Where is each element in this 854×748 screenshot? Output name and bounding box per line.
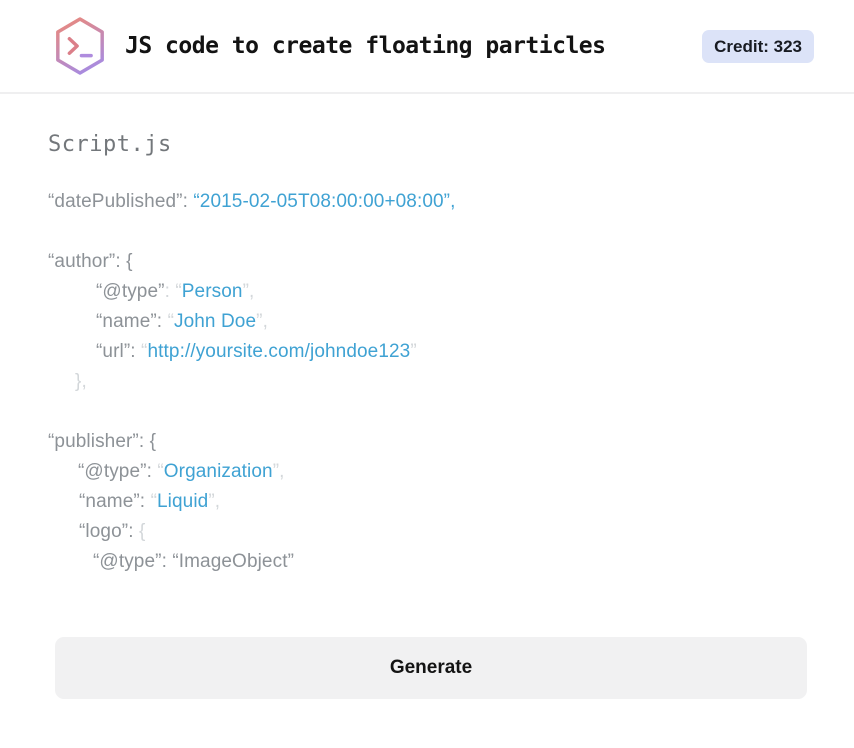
code-segment: “logo”: [79, 521, 129, 542]
code-block: “datePublished”: “2015-02-05T08:00:00+08…: [48, 187, 806, 577]
code-segment: “datePublished”: [48, 191, 183, 212]
code-segment: “name”: [96, 311, 157, 332]
code-segment: “ImageObject”: [172, 551, 295, 572]
code-segment: },: [75, 371, 87, 392]
code-segment: ”,: [208, 491, 221, 512]
code-segment: “name”: [79, 491, 140, 512]
code-line: “name”: “Liquid”,: [48, 487, 806, 517]
code-segment: http://yoursite.com/johndoe123: [147, 341, 411, 362]
code-segment: John Doe: [174, 311, 257, 332]
code-segment: Liquid: [157, 491, 209, 512]
code-segment: “@type”: [78, 461, 147, 482]
code-segment: “url”: [96, 341, 131, 362]
code-line: “@type”: “Person”,: [48, 277, 806, 307]
code-segment: ”,: [242, 281, 255, 302]
credit-badge: Credit: 323: [702, 29, 814, 63]
code-segment: : {: [138, 431, 157, 452]
code-segment: :: [130, 341, 142, 362]
code-line: “url”: “http://yoursite.com/johndoe123”: [48, 337, 806, 367]
code-segment: “publisher”: [48, 431, 139, 452]
code-line: “@type”: “ImageObject”: [48, 547, 806, 577]
code-line: “author”: {: [48, 247, 806, 277]
code-segment: :: [161, 551, 173, 572]
code-segment: “author”: [48, 251, 116, 272]
content-area: Script.js “datePublished”: “2015-02-05T0…: [0, 94, 854, 699]
file-name-heading: Script.js: [48, 132, 172, 157]
code-segment: :: [164, 281, 176, 302]
code-segment: Person: [181, 281, 243, 302]
code-segment: :: [139, 491, 151, 512]
code-segment: :: [146, 461, 158, 482]
code-segment: :: [128, 521, 139, 542]
header: JS code to create floating particles Cre…: [0, 0, 854, 94]
code-line: “publisher”: {: [48, 427, 806, 457]
code-segment: :: [156, 311, 168, 332]
code-segment: ”: [410, 341, 417, 362]
code-segment: Organization: [163, 461, 273, 482]
code-segment: “@type”: [93, 551, 162, 572]
code-segment: : {: [115, 251, 133, 272]
generate-button[interactable]: Generate: [55, 637, 807, 699]
code-line: },: [48, 367, 806, 397]
terminal-prompt-icon: [53, 16, 107, 76]
code-segment: :: [182, 191, 194, 212]
code-segment: “2015-02-05T08:00:00+08:00”,: [193, 191, 456, 212]
code-segment: {: [138, 521, 146, 542]
code-segment: “@type”: [96, 281, 165, 302]
code-segment: ”,: [272, 461, 285, 482]
page-title: JS code to create floating particles: [125, 33, 606, 59]
code-line: “@type”: “Organization”,: [48, 457, 806, 487]
code-segment: ”,: [256, 311, 268, 332]
code-line: “name”: “John Doe”,: [48, 307, 806, 337]
code-line: “datePublished”: “2015-02-05T08:00:00+08…: [48, 187, 806, 217]
code-line: “logo”: {: [48, 517, 806, 547]
